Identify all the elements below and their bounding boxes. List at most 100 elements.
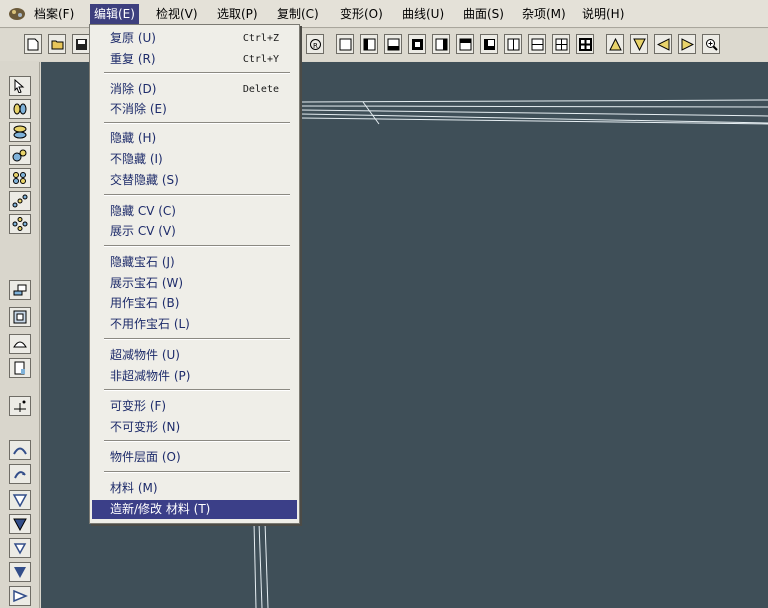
undelete-item[interactable]: 不消除 (E) <box>92 100 297 119</box>
view-right-button[interactable] <box>432 34 450 54</box>
select-points-button[interactable] <box>9 99 31 119</box>
menu-file[interactable]: 档案(F) <box>30 4 78 24</box>
triangle-solid-icon <box>14 567 26 578</box>
page-button[interactable] <box>9 358 31 378</box>
hide-gem-item[interactable]: 隐藏宝石 (J) <box>92 253 297 272</box>
deformable-item[interactable]: 可变形 (F) <box>92 397 297 416</box>
menu-select[interactable]: 选取(P) <box>213 4 262 24</box>
split-vertical-icon <box>507 38 520 51</box>
undo-item[interactable]: 复原 (U) Ctrl+Z <box>92 29 297 48</box>
triangle-left-button[interactable] <box>654 34 672 54</box>
grid-quad-button[interactable] <box>576 34 594 54</box>
select-arrow-button[interactable] <box>9 76 31 96</box>
view-top-button[interactable] <box>456 34 474 54</box>
view-top-icon <box>459 38 472 51</box>
grid-quad-icon <box>579 38 592 51</box>
view-front-button[interactable] <box>480 34 498 54</box>
save-icon <box>76 39 87 50</box>
curve-arrow-icon <box>14 471 26 479</box>
redo-item[interactable]: 重复 (R) Ctrl+Y <box>92 50 297 69</box>
app-logo-icon[interactable] <box>8 6 26 21</box>
triangle-down-button[interactable] <box>630 34 648 54</box>
view-center-button[interactable] <box>408 34 426 54</box>
split-horizontal-icon <box>531 38 544 51</box>
triangle-small-icon <box>13 543 27 555</box>
menu-separator <box>104 245 290 247</box>
new-file-button[interactable] <box>24 34 42 54</box>
edit-material-item[interactable]: 造新/修改 材料 (T) <box>92 500 297 519</box>
panel-button[interactable] <box>9 307 31 327</box>
view-frame-button[interactable] <box>336 34 354 54</box>
hide-cv-item[interactable]: 隐藏 CV (C) <box>92 202 297 221</box>
redo-label: 重复 (R) <box>110 52 156 66</box>
diagonal-dots-button[interactable] <box>9 191 31 211</box>
triangle-outline-icon <box>12 494 28 507</box>
non-super-object-item[interactable]: 非超减物件 (P) <box>92 367 297 386</box>
non-deformable-item[interactable]: 不可变形 (N) <box>92 418 297 437</box>
svg-text:R: R <box>313 42 318 50</box>
material-item[interactable]: 材料 (M) <box>92 479 297 498</box>
use-as-gem-item[interactable]: 用作宝石 (B) <box>92 294 297 313</box>
triangle-up-button[interactable] <box>606 34 624 54</box>
show-gem-item[interactable]: 展示宝石 (W) <box>92 274 297 293</box>
triangle-small-button[interactable] <box>9 538 31 558</box>
view-left-button[interactable] <box>360 34 378 54</box>
curve-up-icon <box>13 447 27 455</box>
menu-transform[interactable]: 变形(O) <box>336 4 387 24</box>
menu-copy[interactable]: 复制(C) <box>273 4 323 24</box>
undo-shortcut: Ctrl+Z <box>242 33 279 44</box>
new-file-icon <box>27 38 39 51</box>
triangle-right-button[interactable] <box>678 34 696 54</box>
menu-view[interactable]: 检视(V) <box>152 4 202 24</box>
curve-up-button[interactable] <box>9 440 31 460</box>
delete-item[interactable]: 消除 (D) Delete <box>92 80 297 99</box>
object-layer-item[interactable]: 物件层面 (O) <box>92 448 297 467</box>
triangle-solid-button[interactable] <box>9 562 31 582</box>
select-group-button[interactable] <box>9 145 31 165</box>
menu-separator <box>104 471 290 473</box>
triangle-down-icon <box>633 38 646 51</box>
menu-separator <box>104 389 290 391</box>
ring-dots-icon <box>12 217 28 231</box>
zoom-button[interactable] <box>702 34 720 54</box>
stack-button[interactable] <box>9 122 31 142</box>
split-vertical-button[interactable] <box>504 34 522 54</box>
triangle-edge-icon <box>13 589 28 603</box>
menu-separator <box>104 338 290 340</box>
move-layer-icon <box>13 284 27 296</box>
swap-hide-item[interactable]: 交替隐藏 (S) <box>92 171 297 190</box>
triangle-right-icon <box>681 38 694 51</box>
menu-misc[interactable]: 杂项(M) <box>518 4 570 24</box>
open-file-button[interactable] <box>48 34 66 54</box>
diagonal-dots-icon <box>12 194 28 208</box>
menu-separator <box>104 440 290 442</box>
menu-edit[interactable]: 编辑(E) <box>90 4 139 24</box>
view-bottom-button[interactable] <box>384 34 402 54</box>
triangle-filled-button[interactable] <box>9 514 31 534</box>
not-gem-item[interactable]: 不用作宝石 (L) <box>92 315 297 334</box>
curve-arrow-button[interactable] <box>9 464 31 484</box>
grid-dots-button[interactable] <box>9 168 31 188</box>
menu-curve[interactable]: 曲线(U) <box>398 4 448 24</box>
render-button[interactable]: R <box>306 34 324 54</box>
ring-dots-button[interactable] <box>9 214 31 234</box>
arc-button[interactable] <box>9 334 31 354</box>
move-layer-button[interactable] <box>9 280 31 300</box>
grid-four-button[interactable] <box>552 34 570 54</box>
panel-icon <box>13 310 27 324</box>
triangle-outline-button[interactable] <box>9 490 31 510</box>
menu-separator <box>104 72 290 74</box>
select-arrow-icon <box>14 79 25 93</box>
select-points-icon <box>13 103 27 115</box>
triangle-edge-button[interactable] <box>9 586 31 606</box>
show-cv-item[interactable]: 展示 CV (V) <box>92 222 297 241</box>
add-point-button[interactable] <box>9 396 31 416</box>
hide-item[interactable]: 隐藏 (H) <box>92 129 297 148</box>
unhide-item[interactable]: 不隐藏 (I) <box>92 150 297 169</box>
redo-shortcut: Ctrl+Y <box>242 54 279 65</box>
menu-help[interactable]: 说明(H) <box>578 4 628 24</box>
super-object-item[interactable]: 超减物件 (U) <box>92 346 297 365</box>
menu-surface[interactable]: 曲面(S) <box>459 4 508 24</box>
save-button[interactable] <box>72 34 90 54</box>
split-horizontal-button[interactable] <box>528 34 546 54</box>
